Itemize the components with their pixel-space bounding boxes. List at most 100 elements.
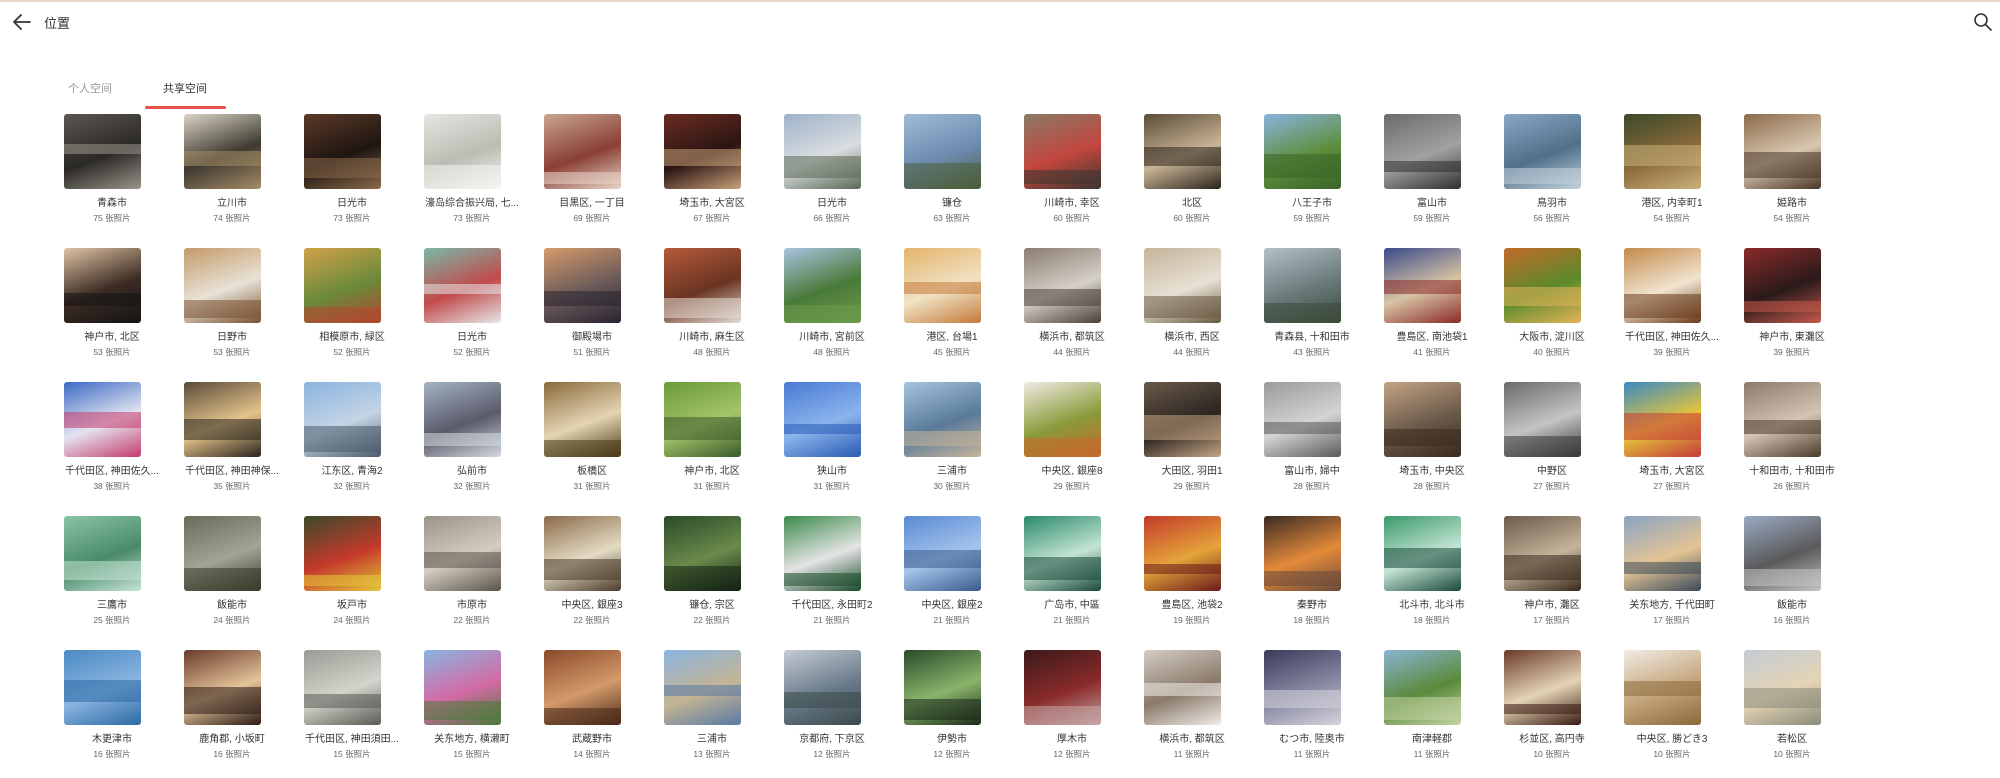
location-card[interactable]: 港区, 内幸町1 54 张照片: [1612, 114, 1732, 242]
location-card[interactable]: 千代田区, 神田須田... 15 张照片: [292, 650, 412, 778]
location-name: 姫路市: [1777, 198, 1807, 209]
location-card[interactable]: 千代田区, 永田町2 21 张照片: [772, 516, 892, 644]
location-thumbnail: [184, 650, 261, 725]
location-card[interactable]: 神户市, 灘区 17 张照片: [1492, 516, 1612, 644]
photo-count: 51 张照片: [573, 347, 611, 357]
location-card[interactable]: 港区, 台場1 45 张照片: [892, 248, 1012, 376]
location-card[interactable]: 埼玉市, 大宮区 27 张照片: [1612, 382, 1732, 510]
location-card[interactable]: 北区 60 张照片: [1132, 114, 1252, 242]
location-card[interactable]: 川崎市, 宮前区 48 张照片: [772, 248, 892, 376]
location-card[interactable]: 市原市 22 张照片: [412, 516, 532, 644]
location-card[interactable]: 中央区, 銀座2 21 张照片: [892, 516, 1012, 644]
location-card[interactable]: 鹿角郡, 小坂町 16 张照片: [172, 650, 292, 778]
location-card[interactable]: 日光市 52 张照片: [412, 248, 532, 376]
location-name: 埼玉市, 大宮区: [1639, 466, 1705, 477]
location-card[interactable]: 神户市, 北区 53 张照片: [52, 248, 172, 376]
location-thumbnail: [1024, 382, 1101, 457]
location-card[interactable]: 京都府, 下京区 12 张照片: [772, 650, 892, 778]
location-thumbnail: [1264, 248, 1341, 323]
location-card[interactable]: むつ市, 陸奥市 11 张照片: [1252, 650, 1372, 778]
location-thumbnail: [664, 382, 741, 457]
photo-count: 60 张照片: [1173, 213, 1211, 223]
location-card[interactable]: 日光市 73 张照片: [292, 114, 412, 242]
location-card[interactable]: 厚木市 12 张照片: [1012, 650, 1132, 778]
location-card[interactable]: 横浜市, 都筑区 11 张照片: [1132, 650, 1252, 778]
location-card[interactable]: 富山市, 婦中 28 张照片: [1252, 382, 1372, 510]
location-card[interactable]: 江东区, 青海2 32 张照片: [292, 382, 412, 510]
location-card[interactable]: 青森市 75 张照片: [52, 114, 172, 242]
location-name: 日光市: [817, 198, 847, 209]
location-card[interactable]: 关东地方, 横濑町 15 张照片: [412, 650, 532, 778]
location-card[interactable]: 广岛市, 中區 21 张照片: [1012, 516, 1132, 644]
location-card[interactable]: 濠岛综合振兴局, 七... 73 张照片: [412, 114, 532, 242]
photo-count: 73 张照片: [453, 213, 491, 223]
location-card[interactable]: 千代田区, 神田神保... 35 张照片: [172, 382, 292, 510]
location-card[interactable]: 相模原市, 緑区 52 张照片: [292, 248, 412, 376]
location-card[interactable]: 八王子市 59 张照片: [1252, 114, 1372, 242]
location-card[interactable]: 南津軽郡 11 张照片: [1372, 650, 1492, 778]
location-card[interactable]: 北斗市, 北斗市 18 张照片: [1372, 516, 1492, 644]
location-card[interactable]: 大阪市, 淀川区 40 张照片: [1492, 248, 1612, 376]
location-thumbnail: [64, 382, 141, 457]
location-card[interactable]: 弘前市 32 张照片: [412, 382, 532, 510]
location-card[interactable]: 豊島区, 南池袋1 41 张照片: [1372, 248, 1492, 376]
location-card[interactable]: 御殿場市 51 张照片: [532, 248, 652, 376]
tab-shared-space[interactable]: 共享空间: [163, 80, 207, 96]
photo-count: 75 张照片: [93, 213, 131, 223]
location-thumbnail: [64, 248, 141, 323]
photo-count: 59 张照片: [1293, 213, 1331, 223]
location-card[interactable]: 鳥羽市 56 张照片: [1492, 114, 1612, 242]
location-name: 千代田区, 神田佐久...: [1625, 332, 1719, 343]
search-icon[interactable]: [1972, 11, 1994, 33]
location-card[interactable]: 中野区 27 张照片: [1492, 382, 1612, 510]
location-card[interactable]: 川崎市, 幸区 60 张照片: [1012, 114, 1132, 242]
location-card[interactable]: 三浦市 13 张照片: [652, 650, 772, 778]
location-card[interactable]: 川崎市, 麻生区 48 张照片: [652, 248, 772, 376]
location-card[interactable]: 飯能市 16 张照片: [1732, 516, 1852, 644]
location-card[interactable]: 大田区, 羽田1 29 张照片: [1132, 382, 1252, 510]
location-card[interactable]: 杉並区, 高円寺 10 张照片: [1492, 650, 1612, 778]
location-card[interactable]: 三鷹市 25 张照片: [52, 516, 172, 644]
location-card[interactable]: 千代田区, 神田佐久... 38 张照片: [52, 382, 172, 510]
location-card[interactable]: 狭山市 31 张照片: [772, 382, 892, 510]
location-card[interactable]: 埼玉市, 大宮区 67 张照片: [652, 114, 772, 242]
location-card[interactable]: 十和田市, 十和田市 26 张照片: [1732, 382, 1852, 510]
location-card[interactable]: 豊島区, 池袋2 19 张照片: [1132, 516, 1252, 644]
location-card[interactable]: 中央区, 銀座8 29 张照片: [1012, 382, 1132, 510]
location-card[interactable]: 关东地方, 千代田町 17 张照片: [1612, 516, 1732, 644]
location-card[interactable]: 飯能市 24 张照片: [172, 516, 292, 644]
location-card[interactable]: 三浦市 30 张照片: [892, 382, 1012, 510]
location-card[interactable]: 木更津市 16 张照片: [52, 650, 172, 778]
location-card[interactable]: 青森县, 十和田市 43 张照片: [1252, 248, 1372, 376]
location-thumbnail: [1624, 516, 1701, 591]
location-card[interactable]: 日光市 66 张照片: [772, 114, 892, 242]
location-card[interactable]: 板橋区 31 张照片: [532, 382, 652, 510]
location-card[interactable]: 神户市, 東灘区 39 张照片: [1732, 248, 1852, 376]
location-card[interactable]: 横浜市, 都筑区 44 张照片: [1012, 248, 1132, 376]
location-card[interactable]: 中央区, 銀座3 22 张照片: [532, 516, 652, 644]
photo-count: 44 张照片: [1053, 347, 1091, 357]
location-card[interactable]: 秦野市 18 张照片: [1252, 516, 1372, 644]
location-card[interactable]: 神户市, 北区 31 张照片: [652, 382, 772, 510]
location-card[interactable]: 姫路市 54 张照片: [1732, 114, 1852, 242]
tab-personal-space[interactable]: 个人空间: [68, 80, 112, 96]
location-name: 千代田区, 神田佐久...: [65, 466, 159, 477]
location-card[interactable]: 若松区 10 张照片: [1732, 650, 1852, 778]
location-card[interactable]: 立川市 74 张照片: [172, 114, 292, 242]
location-card[interactable]: 镰仓, 宗区 22 张照片: [652, 516, 772, 644]
location-card[interactable]: 埼玉市, 中央区 28 张照片: [1372, 382, 1492, 510]
location-card[interactable]: 武蔵野市 14 张照片: [532, 650, 652, 778]
location-card[interactable]: 伊勢市 12 张照片: [892, 650, 1012, 778]
location-card[interactable]: 坂戸市 24 张照片: [292, 516, 412, 644]
location-card[interactable]: 镰仓 63 张照片: [892, 114, 1012, 242]
location-card[interactable]: 横浜市, 西区 44 张照片: [1132, 248, 1252, 376]
location-name: 板橋区: [577, 466, 607, 477]
location-thumbnail: [664, 248, 741, 323]
location-card[interactable]: 千代田区, 神田佐久... 39 张照片: [1612, 248, 1732, 376]
location-card[interactable]: 目黒区, 一丁目 69 张照片: [532, 114, 652, 242]
photo-count: 10 张照片: [1773, 749, 1811, 759]
location-card[interactable]: 日野市 53 张照片: [172, 248, 292, 376]
location-card[interactable]: 中央区, 勝どき3 10 张照片: [1612, 650, 1732, 778]
arrow-left-icon[interactable]: [10, 10, 34, 34]
location-card[interactable]: 富山市 59 张照片: [1372, 114, 1492, 242]
